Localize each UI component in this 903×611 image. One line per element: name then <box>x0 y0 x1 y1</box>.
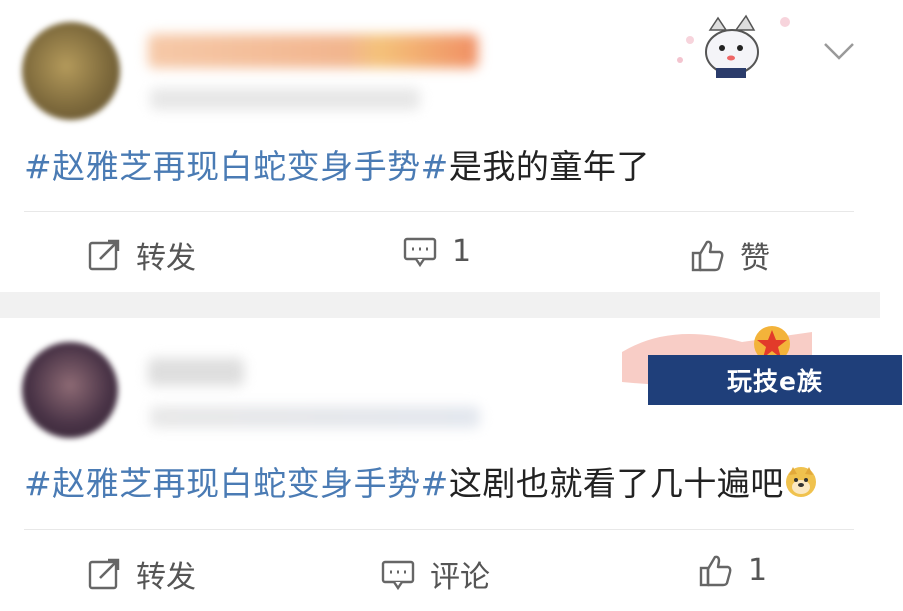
weibo-post-1: #赵雅芝再现白蛇变身手势#是我的童年了 转发 1 赞 <box>0 0 903 292</box>
post-body: 这剧也就看了几十遍吧 <box>448 464 784 503</box>
like-button[interactable]: 1 <box>698 552 767 588</box>
doge-emoji-icon <box>785 467 816 497</box>
edit-share-icon <box>88 239 120 271</box>
avatar[interactable] <box>22 22 120 120</box>
comment-label: 评论 <box>430 560 490 595</box>
post-body: 是我的童年了 <box>448 147 650 186</box>
post-meta-blurred <box>150 406 480 428</box>
comment-button[interactable]: 评论 <box>380 552 490 596</box>
username-blurred[interactable] <box>148 34 478 68</box>
repost-label: 转发 <box>136 241 196 276</box>
like-label: 赞 <box>740 241 770 276</box>
thumbs-up-icon <box>699 555 732 587</box>
cartoon-sticker-icon <box>677 14 790 78</box>
edit-share-icon <box>88 558 120 590</box>
watermark-text: 玩技e族 <box>727 367 823 396</box>
comment-button[interactable]: 1 <box>402 233 471 269</box>
post-text: #赵雅芝再现白蛇变身手势#这剧也就看了几十遍吧 <box>24 464 818 504</box>
comment-bubble-icon <box>381 560 415 591</box>
repost-label: 转发 <box>136 560 196 595</box>
repost-button[interactable]: 转发 <box>86 233 196 277</box>
comment-bubble-icon <box>403 237 437 268</box>
divider <box>24 211 854 212</box>
hashtag-link[interactable]: #赵雅芝再现白蛇变身手势# <box>24 147 449 186</box>
comment-count: 1 <box>452 233 472 269</box>
post-meta-blurred <box>150 88 420 110</box>
chevron-down-icon[interactable] <box>822 40 856 62</box>
like-count: 1 <box>748 552 768 588</box>
avatar[interactable] <box>22 342 118 438</box>
hashtag-link[interactable]: #赵雅芝再现白蛇变身手势# <box>24 464 449 503</box>
username-blurred[interactable] <box>148 358 244 386</box>
repost-button[interactable]: 转发 <box>86 552 196 596</box>
thumbs-up-icon <box>691 240 724 272</box>
like-button[interactable]: 赞 <box>690 233 770 277</box>
post-text: #赵雅芝再现白蛇变身手势#是我的童年了 <box>24 147 650 187</box>
divider <box>24 529 854 530</box>
watermark-badge: 玩技e族 <box>648 355 902 405</box>
post-separator <box>0 292 880 318</box>
